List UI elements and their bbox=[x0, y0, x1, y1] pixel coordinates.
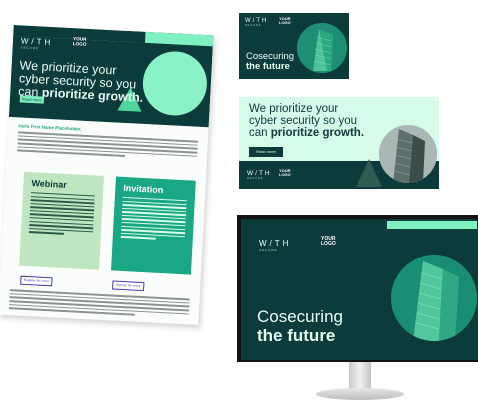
monitor-accent-bar bbox=[387, 221, 477, 229]
wide-banner-headline: We prioritize your cyber security so you… bbox=[249, 103, 365, 139]
small-banner: W/TH SECURE YOUR LOGO Cosecuring the futu… bbox=[239, 13, 349, 79]
webinar-card: Webinar bbox=[19, 171, 104, 270]
wide-banner-read-more-button[interactable]: Read more bbox=[249, 147, 283, 157]
flyer-your-logo: YOUR LOGO bbox=[72, 36, 87, 47]
building-icon bbox=[391, 255, 477, 341]
monitor-screen: W/TH SECURE YOUR LOGO Cosecuring the futu… bbox=[241, 219, 478, 360]
small-banner-logo: W/TH SECURE bbox=[245, 18, 269, 27]
invitation-card: Invitation bbox=[111, 176, 196, 275]
flyer-logo: W/TH SECURE bbox=[20, 36, 54, 51]
wide-banner-triangle bbox=[356, 159, 382, 187]
monitor-headline: Cosecuring the future bbox=[257, 307, 343, 345]
monitor-stand-neck bbox=[349, 362, 371, 390]
register-event-link[interactable]: Register for event bbox=[20, 275, 53, 287]
wide-banner: We prioritize your cyber security so you… bbox=[239, 97, 439, 189]
small-banner-your-logo: YOUR LOGO bbox=[279, 16, 291, 26]
monitor-frame: W/TH SECURE YOUR LOGO Cosecuring the futu… bbox=[237, 215, 478, 362]
skyscraper-icon bbox=[379, 125, 437, 183]
wide-banner-your-logo: YOUR LOGO bbox=[279, 168, 291, 178]
flyer-greeting: Hello First Name Placeholder, bbox=[18, 123, 82, 132]
flyer-hero: W/TH SECURE YOUR LOGO We prioritize your … bbox=[8, 24, 214, 128]
flyer-body-text bbox=[17, 131, 198, 163]
monitor-stand-base bbox=[316, 388, 404, 400]
building-icon bbox=[297, 23, 347, 73]
small-banner-building-circle bbox=[297, 23, 347, 73]
monitor-building-circle bbox=[391, 255, 477, 341]
flyer-read-more-button[interactable]: Read more bbox=[19, 95, 45, 104]
email-flyer: W/TH SECURE YOUR LOGO We prioritize your … bbox=[0, 24, 214, 326]
monitor-logo: W/TH SECURE bbox=[259, 239, 292, 252]
signup-event-link[interactable]: Sign up for event bbox=[112, 280, 145, 292]
wide-banner-building-circle bbox=[379, 125, 437, 183]
wide-banner-logo: W/TH SECURE bbox=[247, 170, 272, 180]
flyer-footer-text bbox=[8, 289, 190, 321]
monitor-your-logo: YOUR LOGO bbox=[321, 236, 336, 248]
small-banner-headline: Cosecuring the future bbox=[246, 51, 295, 72]
